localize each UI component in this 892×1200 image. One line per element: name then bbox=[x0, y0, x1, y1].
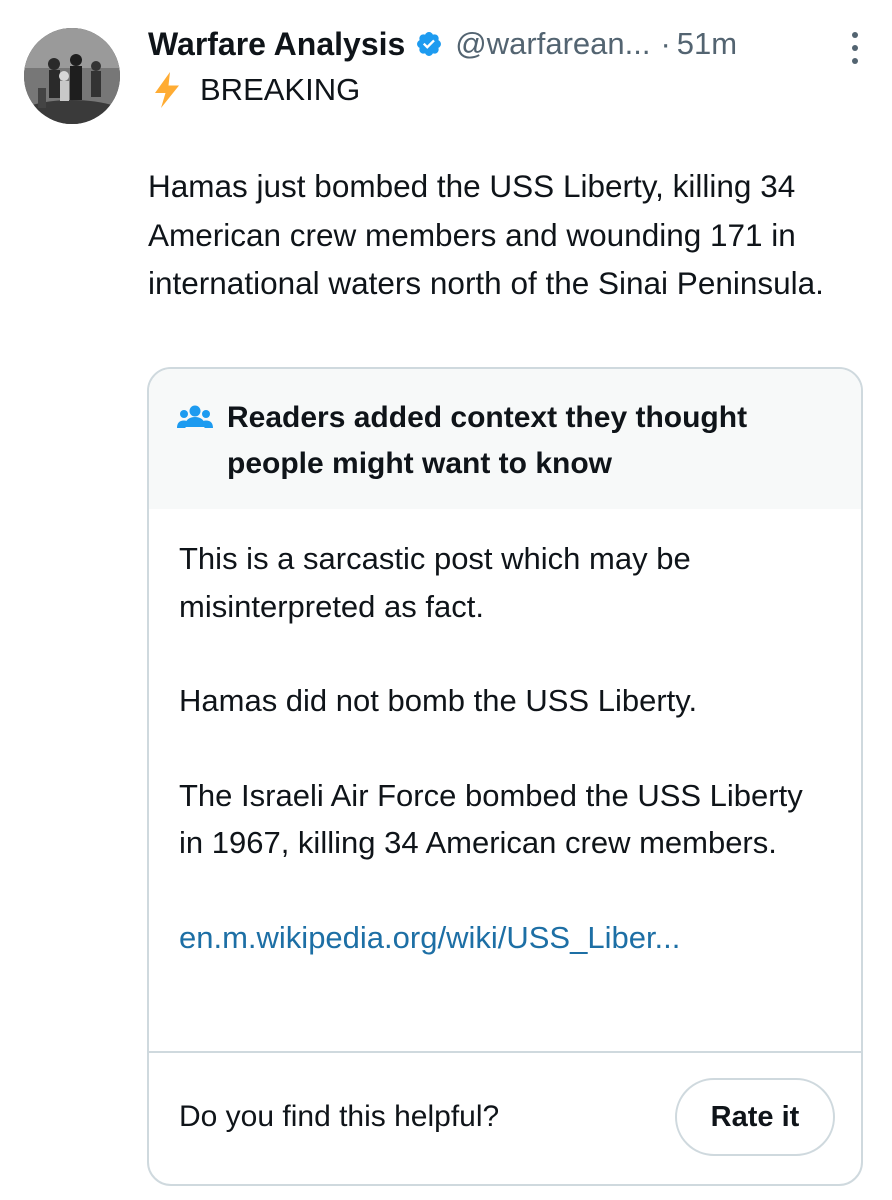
community-note-title: Readers added context they thought peopl… bbox=[227, 401, 748, 480]
community-note-footer: Do you find this helpful? Rate it bbox=[179, 1077, 835, 1157]
community-note-card: Readers added context they thought peopl… bbox=[147, 367, 863, 1186]
note-paragraph: This is a sarcastic post which may be mi… bbox=[179, 541, 691, 624]
lightning-bolt-icon bbox=[155, 72, 179, 108]
more-options-icon[interactable] bbox=[844, 30, 866, 66]
source-link[interactable]: en.m.wikipedia.org/wiki/USS_Liber... bbox=[179, 914, 831, 962]
rate-it-button[interactable]: Rate it bbox=[675, 1078, 835, 1156]
handle[interactable]: @warfarean... bbox=[455, 26, 650, 62]
helpful-question: Do you find this helpful? bbox=[179, 1100, 500, 1133]
community-note-header[interactable]: Readers added context they thought peopl… bbox=[149, 369, 861, 509]
note-paragraph: The Israeli Air Force bombed the USS Lib… bbox=[179, 777, 803, 861]
separator-dot: · bbox=[660, 26, 671, 61]
tweet-text: Hamas just bombed the USS Liberty, killi… bbox=[148, 168, 824, 301]
verified-badge-icon[interactable] bbox=[415, 30, 443, 58]
breaking-label: BREAKING bbox=[200, 72, 361, 107]
breaking-line: BREAKING bbox=[152, 72, 360, 108]
tweet-header: Warfare Analysis @warfarean... · 51m bbox=[148, 22, 868, 66]
community-note-body: This is a sarcastic post which may be mi… bbox=[149, 509, 861, 961]
avatar[interactable] bbox=[24, 28, 120, 124]
note-paragraph: Hamas did not bomb the USS Liberty. bbox=[179, 683, 698, 718]
timestamp[interactable]: 51m bbox=[677, 26, 737, 62]
people-icon bbox=[177, 405, 213, 428]
display-name[interactable]: Warfare Analysis bbox=[148, 26, 405, 63]
divider bbox=[149, 1051, 861, 1053]
